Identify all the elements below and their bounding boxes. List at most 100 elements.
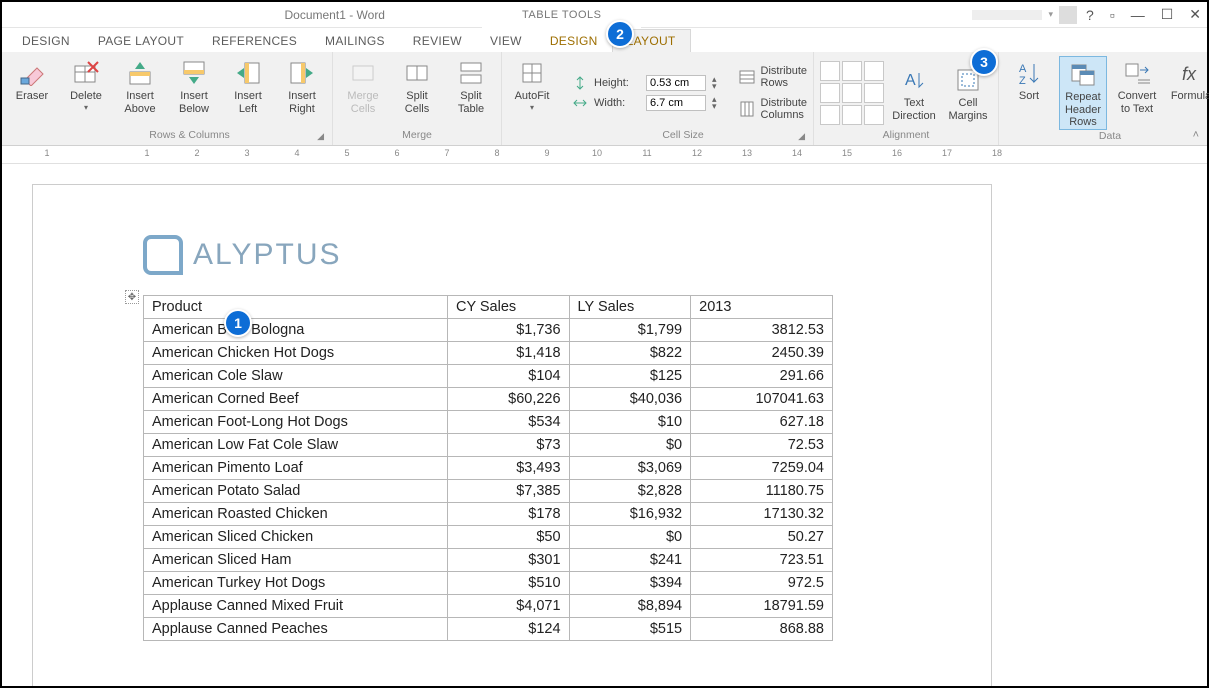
cell-2013[interactable]: 972.5: [691, 572, 833, 595]
cell-ly[interactable]: $125: [569, 365, 691, 388]
cell-ly[interactable]: $3,069: [569, 457, 691, 480]
cell-2013[interactable]: 7259.04: [691, 457, 833, 480]
convert-to-text-button[interactable]: Convert to Text: [1113, 56, 1161, 115]
close-button[interactable]: ✕: [1189, 6, 1201, 23]
table-row[interactable]: American Cole Slaw$104$125291.66: [144, 365, 833, 388]
align-top-center-button[interactable]: [842, 61, 862, 81]
ribbon-display-options-button[interactable]: ▫: [1110, 7, 1115, 23]
sort-button[interactable]: AZ Sort: [1005, 56, 1053, 103]
autofit-button[interactable]: AutoFit ▾: [508, 56, 556, 112]
table-row[interactable]: American Turkey Hot Dogs$510$394972.5: [144, 572, 833, 595]
cell-cy[interactable]: $301: [447, 549, 569, 572]
cell-product[interactable]: American Corned Beef: [144, 388, 448, 411]
cell-product[interactable]: American Beef Bologna: [144, 319, 448, 342]
table-row[interactable]: American Potato Salad$7,385$2,82811180.7…: [144, 480, 833, 503]
collapse-ribbon-button[interactable]: ˄: [1193, 129, 1199, 141]
cell-2013[interactable]: 291.66: [691, 365, 833, 388]
split-table-button[interactable]: Split Table: [447, 56, 495, 115]
tab-page-layout[interactable]: PAGE LAYOUT: [84, 30, 198, 52]
cell-cy[interactable]: $534: [447, 411, 569, 434]
cell-2013[interactable]: 18791.59: [691, 595, 833, 618]
cell-product[interactable]: American Potato Salad: [144, 480, 448, 503]
cell-2013[interactable]: 50.27: [691, 526, 833, 549]
table-row[interactable]: American Sliced Chicken$50$050.27: [144, 526, 833, 549]
cell-product[interactable]: American Turkey Hot Dogs: [144, 572, 448, 595]
cell-product[interactable]: American Cole Slaw: [144, 365, 448, 388]
horizontal-ruler[interactable]: 1123456789101112131415161718: [2, 146, 1207, 164]
repeat-header-rows-button[interactable]: Repeat Header Rows: [1059, 56, 1107, 130]
cell-cy[interactable]: $73: [447, 434, 569, 457]
cell-ly[interactable]: $8,894: [569, 595, 691, 618]
cell-cy[interactable]: $7,385: [447, 480, 569, 503]
cell-ly[interactable]: $394: [569, 572, 691, 595]
table-row[interactable]: American Low Fat Cole Slaw$73$072.53: [144, 434, 833, 457]
cell-product[interactable]: American Foot-Long Hot Dogs: [144, 411, 448, 434]
table-row[interactable]: American Roasted Chicken$178$16,93217130…: [144, 503, 833, 526]
cell-ly[interactable]: $0: [569, 434, 691, 457]
cell-2013[interactable]: 627.18: [691, 411, 833, 434]
align-bot-center-button[interactable]: [842, 105, 862, 125]
cell-cy[interactable]: $4,071: [447, 595, 569, 618]
cell-product[interactable]: American Sliced Ham: [144, 549, 448, 572]
tab-design[interactable]: DESIGN: [8, 30, 84, 52]
align-mid-center-button[interactable]: [842, 83, 862, 103]
height-spinner[interactable]: ▴▾: [712, 76, 717, 90]
split-cells-button[interactable]: Split Cells: [393, 56, 441, 115]
cell-ly[interactable]: $2,828: [569, 480, 691, 503]
align-bot-left-button[interactable]: [820, 105, 840, 125]
insert-above-button[interactable]: Insert Above: [116, 56, 164, 115]
width-input[interactable]: [646, 95, 706, 111]
cell-ly[interactable]: $822: [569, 342, 691, 365]
eraser-button[interactable]: Eraser: [8, 56, 56, 103]
tab-review[interactable]: REVIEW: [399, 30, 476, 52]
tab-mailings[interactable]: MAILINGS: [311, 30, 399, 52]
table-row[interactable]: Applause Canned Mixed Fruit$4,071$8,8941…: [144, 595, 833, 618]
cell-cy[interactable]: $104: [447, 365, 569, 388]
table-move-handle[interactable]: ✥: [125, 290, 139, 304]
cell-product[interactable]: Applause Canned Mixed Fruit: [144, 595, 448, 618]
cell-2013[interactable]: 723.51: [691, 549, 833, 572]
cell-ly[interactable]: $0: [569, 526, 691, 549]
cell-cy[interactable]: $1,736: [447, 319, 569, 342]
insert-left-button[interactable]: Insert Left: [224, 56, 272, 115]
cell-ly[interactable]: $1,799: [569, 319, 691, 342]
col-ly-sales[interactable]: LY Sales: [569, 296, 691, 319]
align-mid-left-button[interactable]: [820, 83, 840, 103]
cell-product[interactable]: American Chicken Hot Dogs: [144, 342, 448, 365]
cell-cy[interactable]: $1,418: [447, 342, 569, 365]
user-account-area[interactable]: ▾: [972, 6, 1077, 24]
document-area[interactable]: ALYPTUS ✥ Product CY Sales LY Sales 2013…: [2, 164, 1207, 686]
table-row[interactable]: Applause Canned Peaches$124$515868.88: [144, 618, 833, 641]
align-top-right-button[interactable]: [864, 61, 884, 81]
col-cy-sales[interactable]: CY Sales: [447, 296, 569, 319]
cell-2013[interactable]: 11180.75: [691, 480, 833, 503]
cell-2013[interactable]: 2450.39: [691, 342, 833, 365]
table-row[interactable]: American Chicken Hot Dogs$1,418$8222450.…: [144, 342, 833, 365]
height-input[interactable]: [646, 75, 706, 91]
distribute-rows-button[interactable]: Distribute Rows: [739, 65, 807, 89]
cell-cy[interactable]: $178: [447, 503, 569, 526]
table-row[interactable]: American Sliced Ham$301$241723.51: [144, 549, 833, 572]
cell-product[interactable]: Applause Canned Peaches: [144, 618, 448, 641]
cell-product[interactable]: American Sliced Chicken: [144, 526, 448, 549]
cell-cy[interactable]: $50: [447, 526, 569, 549]
cell-ly[interactable]: $515: [569, 618, 691, 641]
cell-2013[interactable]: 3812.53: [691, 319, 833, 342]
delete-button[interactable]: Delete ▾: [62, 56, 110, 112]
table-row[interactable]: American Corned Beef$60,226$40,036107041…: [144, 388, 833, 411]
cell-product[interactable]: American Low Fat Cole Slaw: [144, 434, 448, 457]
cell-ly[interactable]: $241: [569, 549, 691, 572]
cell-ly[interactable]: $10: [569, 411, 691, 434]
align-top-left-button[interactable]: [820, 61, 840, 81]
cell-cy[interactable]: $124: [447, 618, 569, 641]
cell-product[interactable]: American Pimento Loaf: [144, 457, 448, 480]
maximize-button[interactable]: ☐: [1161, 6, 1174, 23]
cellsize-dialog-launcher[interactable]: ◢: [798, 131, 805, 142]
tab-references[interactable]: REFERENCES: [198, 30, 311, 52]
table-row[interactable]: American Pimento Loaf$3,493$3,0697259.04: [144, 457, 833, 480]
help-button[interactable]: ?: [1086, 7, 1094, 23]
insert-below-button[interactable]: Insert Below: [170, 56, 218, 115]
cell-2013[interactable]: 868.88: [691, 618, 833, 641]
formula-button[interactable]: fx Formula: [1167, 56, 1209, 103]
cell-cy[interactable]: $510: [447, 572, 569, 595]
